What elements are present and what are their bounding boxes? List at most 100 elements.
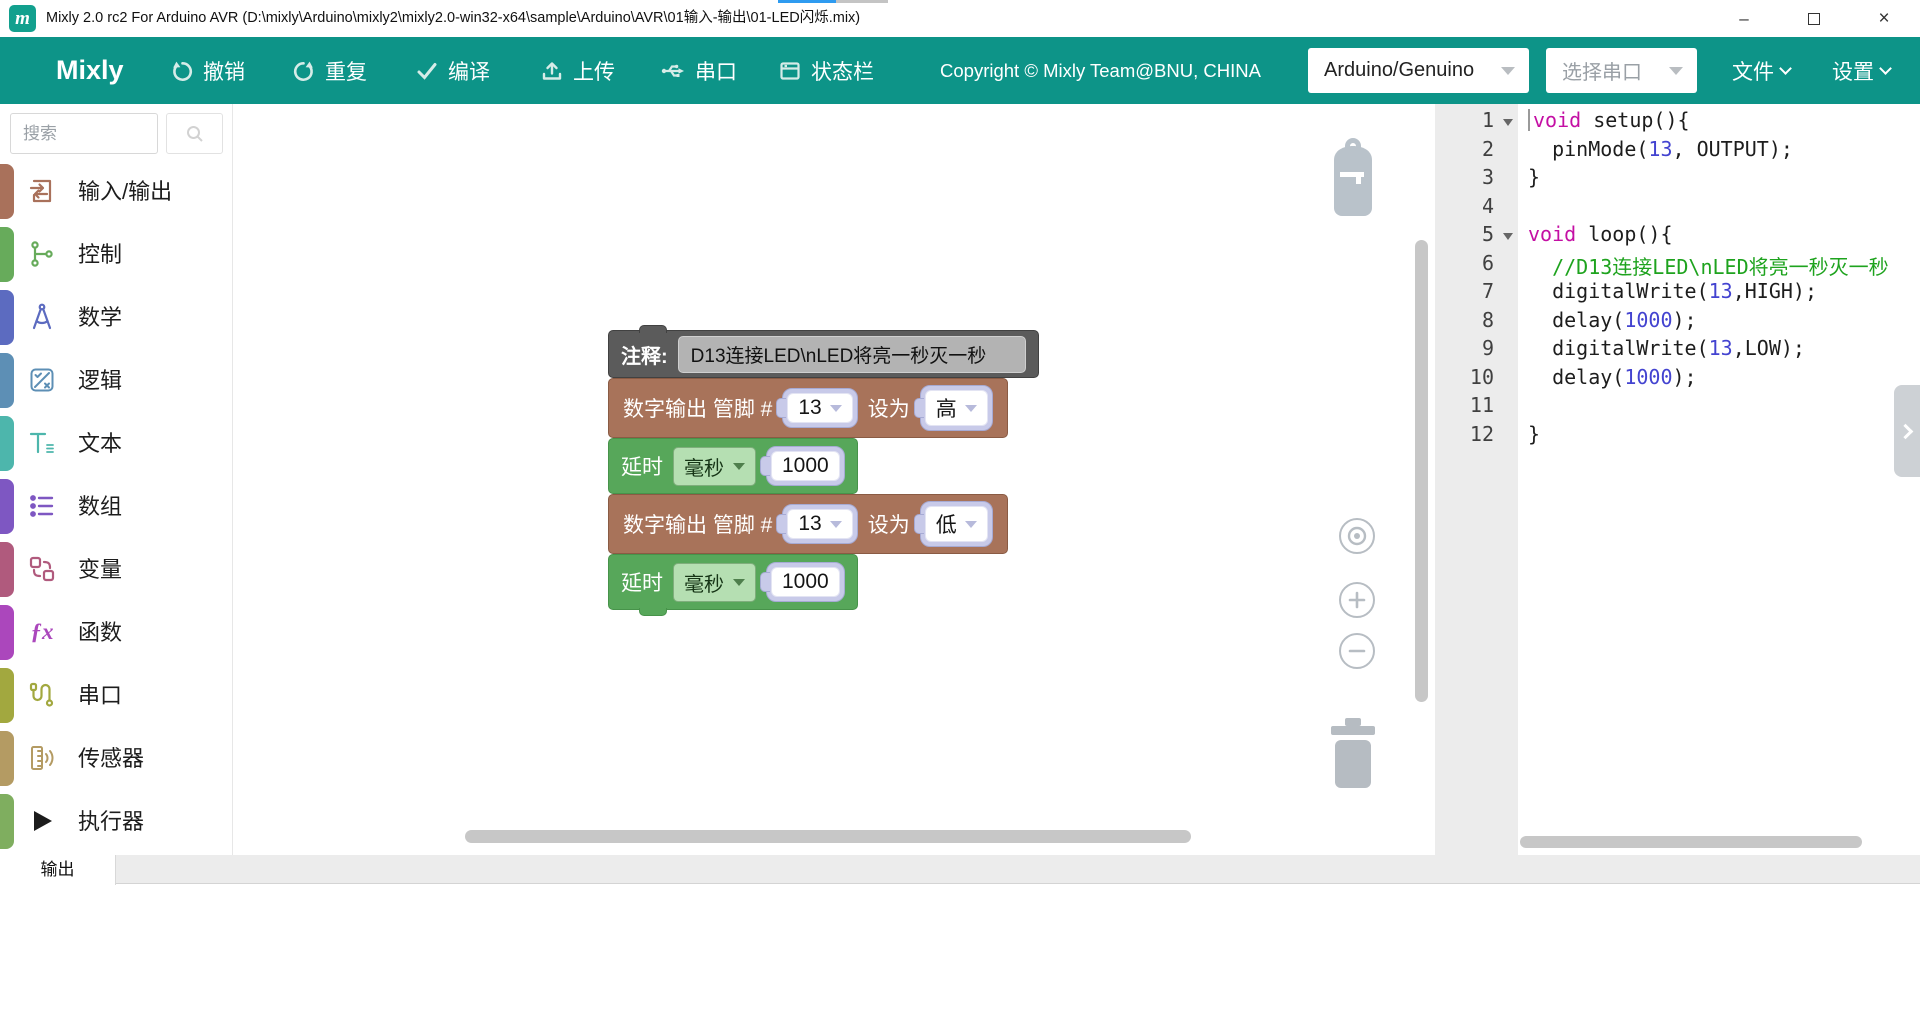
category-label: 传感器 <box>78 727 144 790</box>
level-dropdown[interactable]: 低 <box>925 506 988 542</box>
function-fx-icon: ƒx <box>27 617 57 647</box>
code-text: void setup(){ pinMode(13, OUTPUT); } voi… <box>1528 108 1920 450</box>
line-number: 10 <box>1435 365 1518 394</box>
delay-unit-dropdown[interactable]: 毫秒 <box>673 447 756 486</box>
blockly-workspace[interactable]: 注释: D13连接LED\nLED将亮一秒灭一秒 数字输出 管脚 # 13 设为… <box>233 104 1435 855</box>
sidebar-item-input-output[interactable]: 输入/输出 <box>0 160 233 223</box>
chevron-down-icon <box>1669 67 1683 75</box>
category-color-strip <box>0 353 14 408</box>
compile-button[interactable]: 编译 <box>415 37 490 104</box>
workspace-horizontal-scrollbar[interactable] <box>465 830 1191 843</box>
category-label: 执行器 <box>78 790 144 853</box>
sidebar-item-control[interactable]: 控制 <box>0 223 233 286</box>
category-color-strip <box>0 164 14 219</box>
statusbar-label: 状态栏 <box>811 56 874 86</box>
delay-value-field[interactable]: 1000 <box>771 451 840 481</box>
code-horizontal-scrollbar[interactable] <box>1520 836 1862 848</box>
sidebar-item-actuator[interactable]: 执行器 <box>0 790 233 853</box>
pin-value: 13 <box>798 512 821 536</box>
set-label: 设为 <box>868 393 910 423</box>
category-label: 逻辑 <box>78 349 122 412</box>
delay-unit: 毫秒 <box>684 568 724 597</box>
zoom-reset-icon[interactable] <box>1339 518 1375 554</box>
pin-dropdown[interactable]: 13 <box>787 509 852 539</box>
redo-label: 重复 <box>325 56 367 86</box>
workspace-vertical-scrollbar[interactable] <box>1415 240 1428 702</box>
line-number: 9 <box>1435 336 1518 365</box>
pin-value-slot: 13 <box>782 388 857 428</box>
redo-button[interactable]: 重复 <box>292 37 367 104</box>
comment-text-field[interactable]: D13连接LED\nLED将亮一秒灭一秒 <box>678 336 1026 373</box>
block-comment[interactable]: 注释: D13连接LED\nLED将亮一秒灭一秒 <box>608 330 1039 378</box>
control-branch-icon <box>27 239 57 269</box>
block-digital-write-low[interactable]: 数字输出 管脚 # 13 设为 低 <box>608 494 1008 554</box>
delay-unit: 毫秒 <box>684 452 724 481</box>
settings-menu-label: 设置 <box>1832 56 1874 86</box>
line-number: 2 <box>1435 137 1518 166</box>
close-button[interactable]: × <box>1858 0 1910 37</box>
search-input[interactable] <box>10 113 158 154</box>
math-compass-icon <box>27 302 57 332</box>
sidebar-item-function[interactable]: ƒx 函数 <box>0 601 233 664</box>
category-color-strip <box>0 479 14 534</box>
chevron-down-icon <box>965 521 977 528</box>
variable-swap-icon <box>27 554 57 584</box>
sensor-icon <box>27 743 57 773</box>
delay-value-slot: 1000 <box>766 446 845 486</box>
play-triangle-icon <box>27 806 57 836</box>
fold-arrow-icon[interactable] <box>1503 233 1513 240</box>
category-label: 变量 <box>78 538 122 601</box>
pin-dropdown[interactable]: 13 <box>787 393 852 423</box>
sidebar-item-array[interactable]: 数组 <box>0 475 233 538</box>
trash-icon[interactable] <box>1319 716 1387 797</box>
compile-check-icon <box>415 59 439 83</box>
maximize-button[interactable] <box>1788 0 1840 37</box>
serial-button[interactable]: 串口 <box>660 37 737 104</box>
sidebar-item-math[interactable]: 数学 <box>0 286 233 349</box>
delay-value-field[interactable]: 1000 <box>771 567 840 597</box>
sidebar-item-serial[interactable]: 串口 <box>0 664 233 727</box>
statusbar-button[interactable]: 状态栏 <box>778 37 874 104</box>
minimize-button[interactable]: – <box>1718 0 1770 37</box>
main-toolbar: Mixly 撤销 重复 编译 上传 串口 状态栏 Copyright © Mix… <box>0 37 1920 104</box>
zoom-in-icon[interactable] <box>1339 582 1375 618</box>
block-delay-2[interactable]: 延时 毫秒 1000 <box>608 554 858 610</box>
collapse-code-panel-tab[interactable] <box>1894 385 1920 477</box>
chevron-down-icon <box>733 579 745 586</box>
port-select[interactable]: 选择串口 <box>1546 48 1697 93</box>
window-title: Mixly 2.0 rc2 For Arduino AVR (D:\mixly\… <box>46 0 860 37</box>
chevron-down-icon <box>733 463 745 470</box>
sidebar-item-sensor[interactable]: 传感器 <box>0 727 233 790</box>
search-button[interactable] <box>166 113 223 154</box>
backpack-icon[interactable] <box>1320 132 1386 227</box>
set-label: 设为 <box>868 509 910 539</box>
delay-title: 延时 <box>621 567 663 597</box>
line-number: 3 <box>1435 165 1518 194</box>
level-dropdown[interactable]: 高 <box>925 390 988 426</box>
sidebar-item-text[interactable]: 文本 <box>0 412 233 475</box>
fold-arrow-icon[interactable] <box>1503 119 1513 126</box>
sidebar-item-variable[interactable]: 变量 <box>0 538 233 601</box>
tab-output[interactable]: 输出 <box>0 855 116 885</box>
delay-unit-dropdown[interactable]: 毫秒 <box>673 563 756 602</box>
brand-title: Mixly <box>56 37 124 104</box>
level-value-slot: 高 <box>920 385 993 431</box>
sidebar-item-logic[interactable]: 逻辑 <box>0 349 233 412</box>
settings-menu[interactable]: 设置 <box>1832 37 1890 104</box>
pin-value: 13 <box>798 396 821 420</box>
chevron-down-icon <box>965 405 977 412</box>
line-number: 12 <box>1435 422 1518 451</box>
category-label: 函数 <box>78 601 122 664</box>
file-menu[interactable]: 文件 <box>1732 37 1790 104</box>
chevron-down-icon <box>1879 62 1892 75</box>
category-label: 输入/输出 <box>78 160 172 223</box>
board-select[interactable]: Arduino/Genuino <box>1308 48 1529 93</box>
serial-cable-icon <box>27 680 57 710</box>
block-digital-write-high[interactable]: 数字输出 管脚 # 13 设为 高 <box>608 378 1008 438</box>
block-delay-1[interactable]: 延时 毫秒 1000 <box>608 438 858 494</box>
upload-icon <box>540 59 564 83</box>
undo-button[interactable]: 撤销 <box>170 37 245 104</box>
upload-button[interactable]: 上传 <box>540 37 615 104</box>
zoom-out-icon[interactable] <box>1339 633 1375 669</box>
undo-icon <box>170 59 194 83</box>
